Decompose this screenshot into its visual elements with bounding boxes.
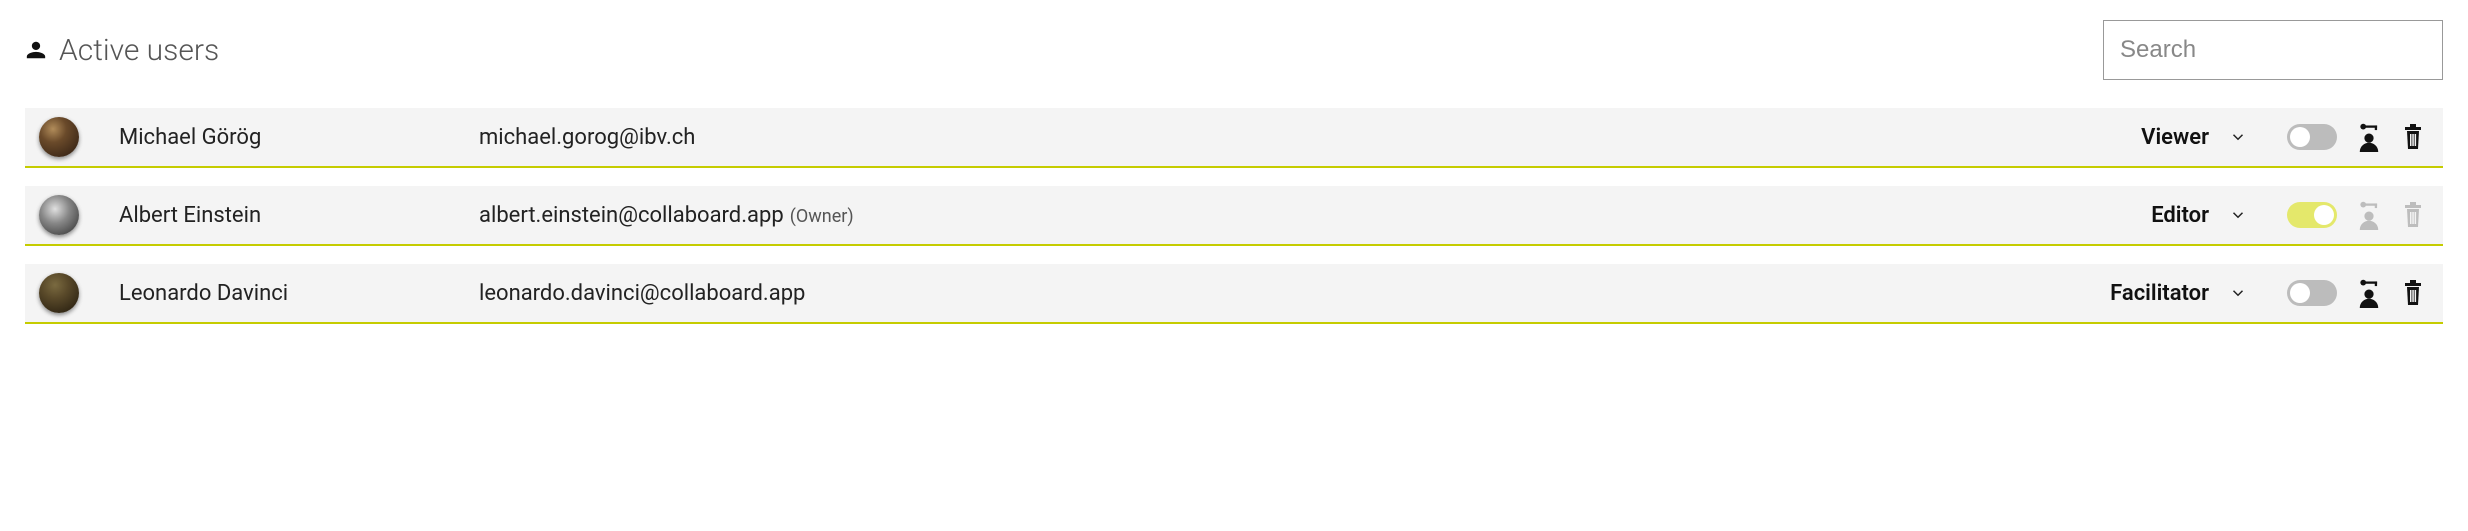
role-label: Facilitator: [2110, 281, 2209, 306]
title-group: Active users: [25, 33, 219, 68]
header-row: Active users: [25, 20, 2443, 80]
toggle-knob: [2290, 127, 2310, 147]
trash-icon[interactable]: [2401, 123, 2425, 151]
user-row: Albert Einsteinalbert.einstein@collaboar…: [25, 186, 2443, 246]
row-actions: [2287, 122, 2425, 152]
toggle-knob: [2314, 205, 2334, 225]
trash-icon[interactable]: [2401, 279, 2425, 307]
user-row: Leonardo Davincileonardo.davinci@collabo…: [25, 264, 2443, 324]
permission-toggle[interactable]: [2287, 124, 2337, 150]
user-email: michael.gorog@ibv.ch: [479, 125, 2077, 150]
user-row: Michael Görögmichael.gorog@ibv.ch Viewer: [25, 108, 2443, 168]
person-icon: [25, 39, 47, 61]
permission-toggle[interactable]: [2287, 280, 2337, 306]
avatar: [39, 195, 79, 235]
search-input[interactable]: [2103, 20, 2443, 80]
chevron-down-icon: [2229, 284, 2247, 302]
chevron-down-icon: [2229, 206, 2247, 224]
user-email-text: leonardo.davinci@collaboard.app: [479, 281, 805, 306]
key-person-icon[interactable]: [2355, 278, 2383, 308]
user-email-text: michael.gorog@ibv.ch: [479, 125, 695, 150]
row-actions: [2287, 200, 2425, 230]
role-dropdown[interactable]: Editor: [2077, 203, 2247, 228]
page-title: Active users: [59, 33, 219, 68]
key-person-icon: [2355, 200, 2383, 230]
chevron-down-icon: [2229, 128, 2247, 146]
user-name: Michael Görög: [79, 125, 479, 150]
user-email: leonardo.davinci@collaboard.app: [479, 281, 2077, 306]
role-label: Viewer: [2141, 125, 2209, 150]
avatar: [39, 117, 79, 157]
avatar: [39, 273, 79, 313]
user-email-text: albert.einstein@collaboard.app: [479, 203, 784, 228]
toggle-knob: [2290, 283, 2310, 303]
row-actions: [2287, 278, 2425, 308]
role-dropdown[interactable]: Viewer: [2077, 125, 2247, 150]
user-email: albert.einstein@collaboard.app (Owner): [479, 203, 2077, 228]
permission-toggle[interactable]: [2287, 202, 2337, 228]
user-list: Michael Görögmichael.gorog@ibv.ch Viewer A…: [25, 108, 2443, 324]
owner-tag: (Owner): [790, 206, 854, 227]
key-person-icon[interactable]: [2355, 122, 2383, 152]
user-name: Albert Einstein: [79, 203, 479, 228]
role-dropdown[interactable]: Facilitator: [2077, 281, 2247, 306]
user-name: Leonardo Davinci: [79, 281, 479, 306]
role-label: Editor: [2151, 203, 2209, 228]
trash-icon: [2401, 201, 2425, 229]
